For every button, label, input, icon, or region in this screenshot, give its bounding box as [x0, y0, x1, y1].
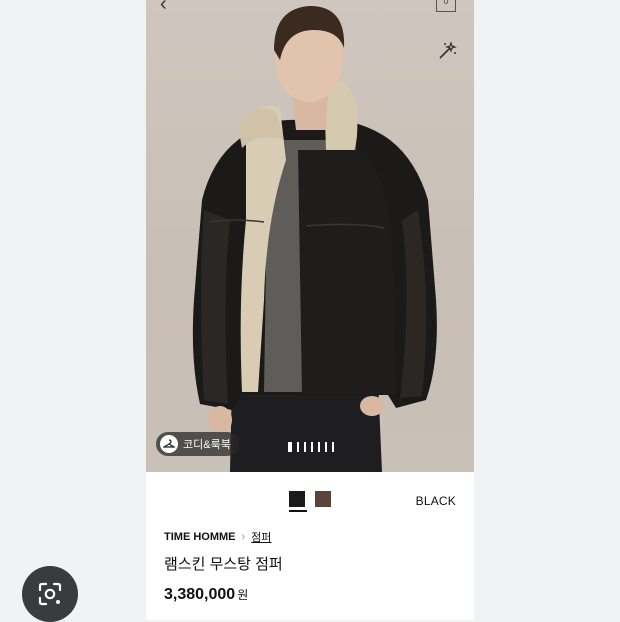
magic-wand-icon[interactable]	[436, 40, 458, 62]
product-price: 3,380,000	[164, 586, 236, 603]
swatch-brown[interactable]	[315, 491, 331, 507]
pager-dot	[288, 442, 292, 452]
pager-dot	[332, 442, 334, 452]
color-swatches	[289, 491, 331, 507]
pager-dot	[318, 442, 320, 452]
carousel-pager	[288, 442, 334, 452]
shopping-bag-icon[interactable]: 0	[436, 0, 456, 12]
swatch-black[interactable]	[289, 491, 305, 507]
brand-link[interactable]: TIME HOMME	[164, 531, 236, 543]
pager-dot	[325, 442, 327, 452]
back-chevron-icon[interactable]: ‹	[160, 0, 178, 14]
pager-dot	[297, 442, 299, 452]
hanger-icon	[160, 435, 178, 453]
lens-search-icon	[38, 582, 62, 606]
price-row: 3,380,000 원	[164, 586, 248, 604]
pager-dot	[304, 442, 306, 452]
app-screen: ‹ 0 코디&룩북 BLACK TIME HOMME › 점퍼 램스킨 무스탕 …	[146, 0, 474, 620]
price-currency: 원	[237, 588, 249, 602]
product-image-carousel[interactable]: ‹ 0 코디&룩북	[146, 0, 474, 472]
pager-dot	[311, 442, 313, 452]
swatch-selected-indicator	[289, 510, 307, 512]
cart-count: 0	[443, 0, 449, 6]
product-name: 램스킨 무스탕 점퍼	[164, 556, 283, 573]
coordi-label: 코디&룩북	[183, 439, 231, 451]
chevron-right-icon: ›	[241, 531, 246, 543]
lens-search-button[interactable]	[22, 566, 78, 622]
selected-color-label: BLACK	[415, 494, 456, 508]
coordi-lookbook-button[interactable]: 코디&룩북	[156, 432, 239, 456]
brand-breadcrumb: TIME HOMME › 점퍼	[164, 529, 271, 545]
product-photo	[192, 6, 437, 472]
category-link[interactable]: 점퍼	[251, 529, 271, 545]
